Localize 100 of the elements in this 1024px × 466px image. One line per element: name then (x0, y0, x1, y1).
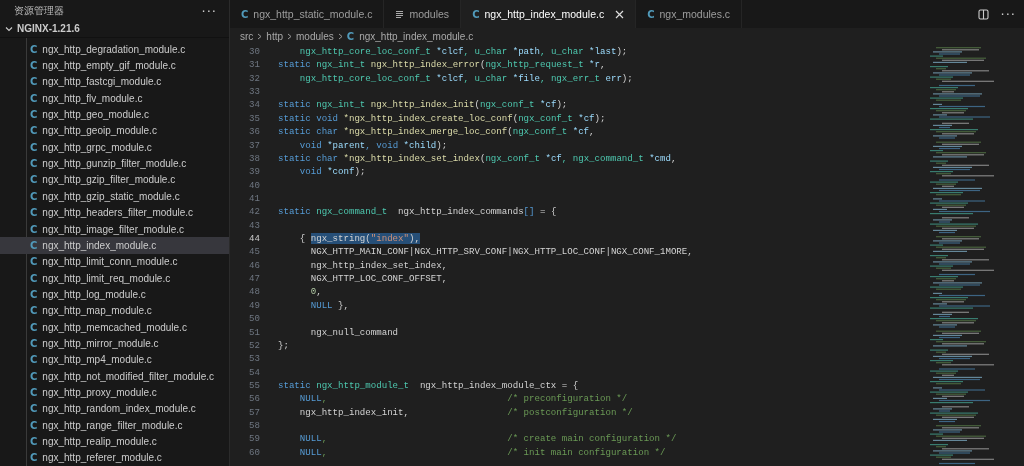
breadcrumb-item[interactable]: ngx_http_index_module.c (359, 31, 474, 42)
file-name: ngx_http_mirror_module.c (42, 337, 159, 349)
file-item[interactable]: C ngx_http_grpc_module.c (0, 139, 229, 156)
c-file-icon: C (30, 419, 38, 431)
file-item[interactable]: C ngx_http_proxy_module.c (0, 384, 229, 401)
line-number: 58 (248, 419, 260, 433)
c-file-icon: C (30, 452, 38, 464)
file-item[interactable]: C ngx_http_geoip_module.c (0, 122, 229, 140)
line-number: 53 (248, 352, 260, 366)
c-file-icon: C (30, 288, 38, 300)
file-item[interactable]: C ngx_http_mp4_module.c (0, 351, 229, 368)
file-item[interactable]: C ngx_http_gunzip_filter_module.c (0, 155, 229, 172)
c-file-icon: C (30, 337, 38, 349)
code-line: NULL }, (309, 298, 350, 313)
file-name: ngx_http_proxy_module.c (42, 386, 157, 398)
line-number: 37 (248, 138, 260, 152)
c-file-icon: C (30, 436, 38, 447)
file-name: ngx_http_grpc_module.c (42, 141, 152, 153)
file-item[interactable]: C ngx_http_not_modified_filter_module.c (0, 367, 229, 385)
file-name: ngx_http_flv_module.c (42, 92, 143, 104)
explorer-title: 资源管理器 (14, 4, 64, 18)
file-item[interactable]: C ngx_http_geo_module.c (0, 106, 229, 123)
c-file-icon: C (30, 207, 38, 219)
file-item[interactable]: C ngx_http_headers_filter_module.c (0, 204, 229, 221)
file-item[interactable]: C ngx_http_gzip_filter_module.c (0, 171, 229, 189)
file-name: ngx_http_geoip_module.c (42, 125, 157, 137)
code-line: NGX_HTTP_LOC_CONF_OFFSET, (309, 272, 449, 286)
code-line: NULL, /* create main configuration */ (298, 432, 678, 446)
file-item[interactable]: C ngx_http_range_filter_module.c (0, 416, 229, 434)
line-number: 33 (248, 85, 260, 99)
line-number: 35 (248, 111, 260, 126)
c-file-icon: C (30, 354, 38, 366)
split-editor-icon[interactable] (977, 8, 989, 20)
file-name: ngx_http_gzip_filter_module.c (42, 174, 176, 186)
file-item[interactable]: C ngx_http_flv_module.c (0, 90, 229, 107)
line-number: 40 (248, 178, 260, 192)
line-number: 55 (248, 379, 260, 393)
line-number: 42 (248, 205, 260, 219)
file-item[interactable]: C ngx_http_log_module.c (0, 286, 229, 303)
file-name: ngx_http_limit_conn_module.c (42, 256, 178, 268)
file-item[interactable]: C ngx_http_mirror_module.c (0, 335, 229, 352)
c-file-icon: C (30, 125, 38, 137)
code-line: NULL, /* preconfiguration */ (298, 392, 629, 406)
file-name: ngx_http_index_module.c (42, 239, 157, 251)
c-file-icon: C (30, 403, 38, 415)
tab-label: ngx_http_index_module.c (484, 8, 605, 20)
c-file-icon: C (30, 109, 38, 121)
c-file-icon: C (30, 43, 38, 55)
file-item[interactable]: C ngx_http_image_filter_module.c (0, 220, 229, 238)
c-file-icon: C (30, 223, 38, 235)
c-file-icon: C (472, 8, 480, 20)
tab-label: ngx_modules.c (659, 8, 731, 20)
file-name: ngx_http_degradation_module.c (42, 43, 186, 55)
code-line: static char *ngx_http_index_merge_loc_conf(ngx_conf_t *cf, (278, 125, 596, 139)
file-item[interactable]: C ngx_http_limit_req_module.c (0, 269, 229, 287)
chevron-right-icon (256, 33, 264, 40)
file-item[interactable]: C ngx_http_limit_conn_module.c (0, 253, 229, 270)
line-number: 34 (248, 98, 260, 112)
code-line: NULL, /* init main configuration */ (298, 445, 667, 460)
breadcrumb-item[interactable]: http (266, 31, 284, 42)
code-line: static ngx_int_t ngx_http_index_error(ngx_http_request_t *r, (278, 58, 607, 72)
file-item[interactable]: C ngx_http_memcached_module.c (0, 318, 229, 336)
line-number: 54 (248, 365, 260, 379)
file-name: ngx_http_not_modified_filter_module.c (42, 370, 215, 382)
file-item[interactable]: C ngx_http_gzip_static_module.c (0, 188, 229, 205)
line-number: 43 (248, 218, 260, 233)
line-number: 59 (248, 432, 260, 446)
file-item[interactable]: C ngx_http_index_module.c (0, 237, 229, 254)
editor-tab[interactable]: C ngx_http_index_module.c (461, 0, 637, 28)
file-name: ngx_http_mp4_module.c (42, 354, 152, 366)
file-item[interactable]: C ngx_http_referer_module.c (0, 449, 229, 466)
file-name: ngx_http_limit_req_module.c (42, 272, 171, 284)
line-number: 60 (248, 445, 260, 460)
more-actions-button[interactable]: ··· (199, 3, 219, 19)
lines-icon (395, 9, 405, 19)
line-number: 49 (248, 298, 260, 313)
c-file-icon: C (30, 386, 38, 398)
line-number: 44 (248, 232, 260, 246)
breadcrumb-item[interactable]: modules (296, 31, 334, 42)
file-item[interactable]: C ngx_http_degradation_module.c (0, 41, 229, 58)
line-number: 38 (248, 151, 260, 166)
file-item[interactable]: C ngx_http_random_index_module.c (0, 400, 229, 417)
more-actions-button[interactable]: ··· (998, 6, 1018, 22)
c-file-icon: C (30, 239, 38, 251)
line-number: 36 (248, 125, 260, 139)
code-line: void *parent, void *child); (298, 138, 449, 152)
breadcrumb-item[interactable]: src (240, 31, 254, 42)
folder-header[interactable]: NGINX-1.21.6 (0, 22, 229, 39)
c-file-icon: C (30, 370, 38, 382)
file-item[interactable]: C ngx_http_map_module.c (0, 302, 229, 319)
close-icon[interactable] (615, 9, 625, 19)
code-line: static ngx_int_t ngx_http_index_init(ngx_conf_t *cf); (278, 98, 569, 112)
c-file-icon: C (30, 158, 38, 170)
file-item[interactable]: C ngx_http_empty_gif_module.c (0, 57, 229, 74)
chevron-right-icon (286, 33, 294, 40)
c-file-icon: C (30, 190, 38, 202)
line-number: 30 (248, 45, 260, 59)
file-item[interactable]: C ngx_http_fastcgi_module.c (0, 73, 229, 91)
line-number: 48 (248, 285, 260, 299)
file-item[interactable]: C ngx_http_realip_module.c (0, 433, 229, 450)
